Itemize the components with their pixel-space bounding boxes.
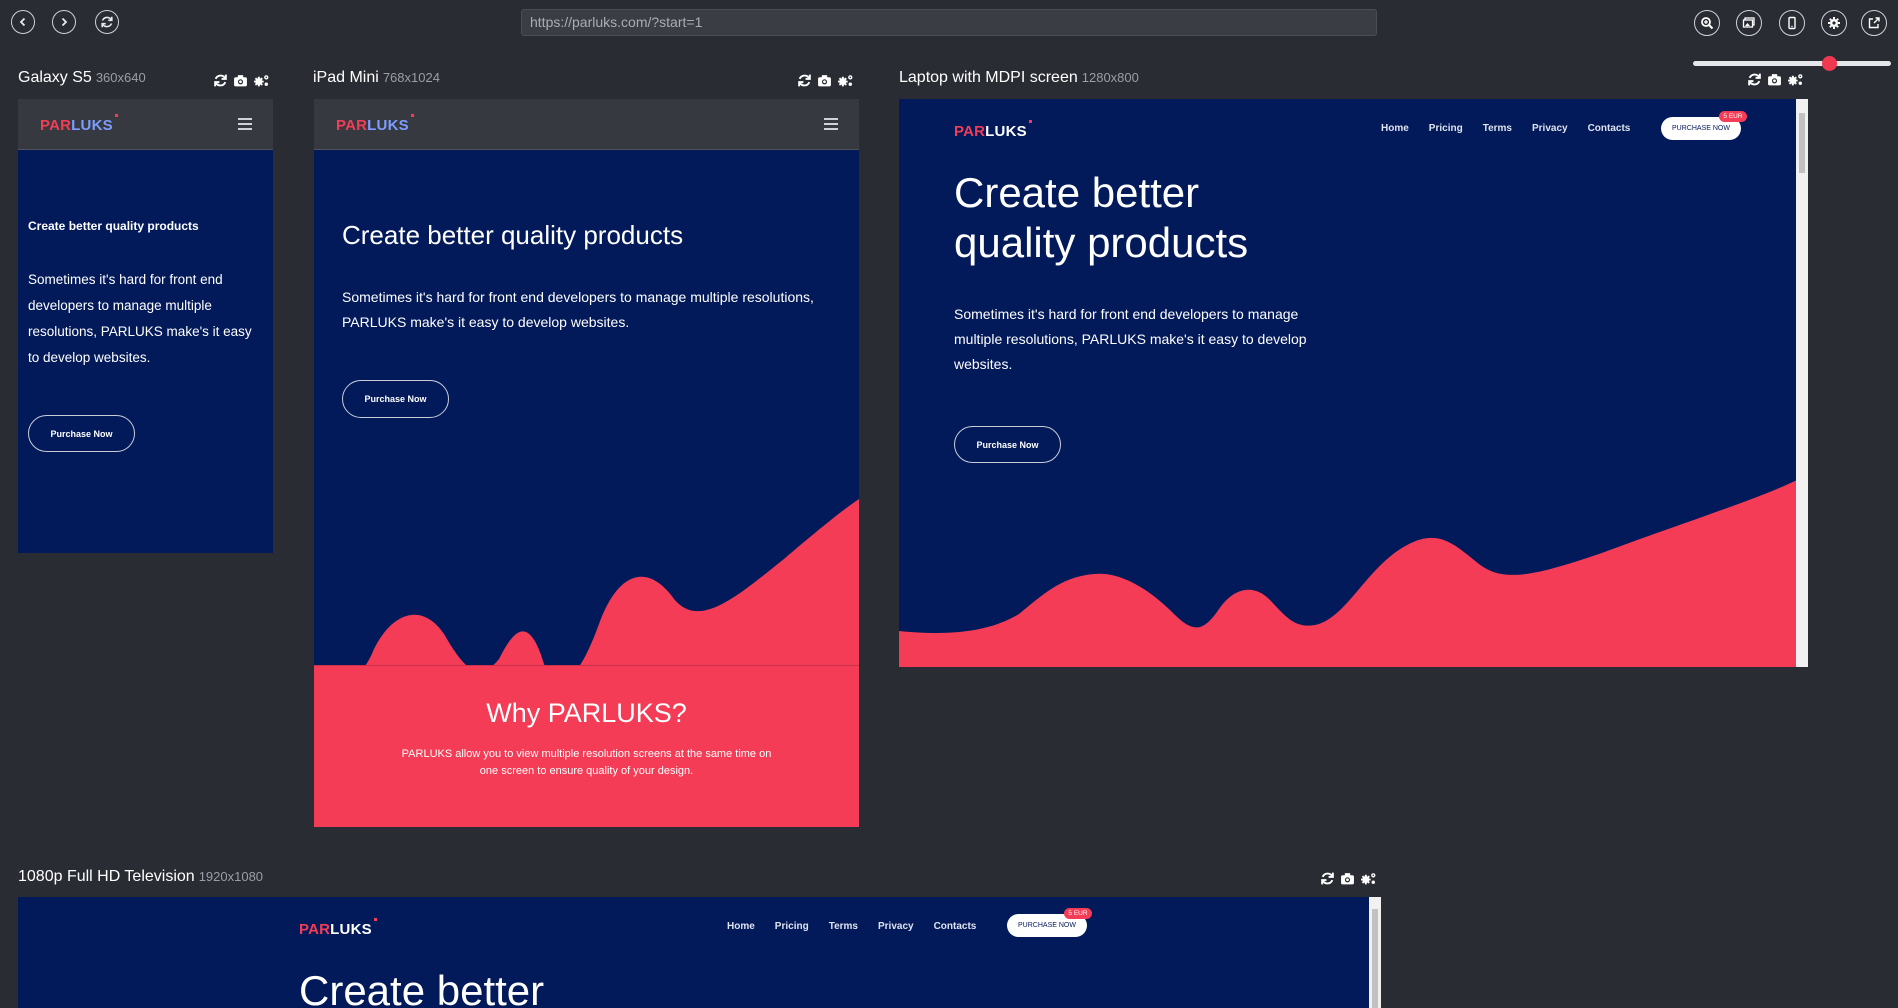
scrollbar-thumb[interactable] <box>1799 113 1805 173</box>
nav-contacts[interactable]: Contacts <box>1588 123 1631 134</box>
ipad-mini-viewport[interactable]: PARLUKS Create better quality products S… <box>314 99 859 827</box>
device-actions <box>1320 871 1377 886</box>
hero-title: Create better quality products <box>342 220 684 250</box>
scrollbar[interactable] <box>1369 897 1381 1008</box>
refresh-icon[interactable] <box>797 73 812 88</box>
site-logo[interactable]: PARLUKS <box>954 120 1032 140</box>
hamburger-menu-icon[interactable] <box>238 118 252 133</box>
laptop-viewport[interactable]: PARLUKS Home Pricing Terms Privacy Conta… <box>899 99 1808 667</box>
hero-text: Sometimes it's hard for front end develo… <box>28 272 252 365</box>
nav-home[interactable]: Home <box>1381 123 1409 134</box>
site-logo[interactable]: PARLUKS <box>299 918 377 938</box>
site-logo[interactable]: PARLUKS <box>336 114 414 134</box>
reload-button[interactable] <box>95 10 119 34</box>
why-section: Why PARLUKS? PARLUKS allow you to view m… <box>314 666 859 827</box>
device-title: Laptop with MDPI screen 1280x800 <box>899 69 1139 87</box>
device-title: 1080p Full HD Television 1920x1080 <box>18 868 263 886</box>
device-title: iPad Mini 768x1024 <box>313 69 440 87</box>
scrollbar[interactable] <box>1796 99 1808 667</box>
device-actions <box>797 73 854 88</box>
cogs-icon[interactable] <box>1787 72 1804 87</box>
hero-title-line-1: Create better <box>299 967 545 1008</box>
hero-title-line-1: Create better <box>954 169 1200 216</box>
camera-icon[interactable] <box>817 73 832 88</box>
cogs-icon[interactable] <box>253 73 270 88</box>
external-link-button[interactable] <box>1861 10 1887 36</box>
device-actions <box>1747 72 1804 87</box>
forward-button[interactable] <box>52 10 76 34</box>
section-title: Why PARLUKS? <box>486 698 687 728</box>
purchase-now-button[interactable]: Purchase Now <box>954 426 1061 463</box>
nav-pricing[interactable]: Pricing <box>775 921 809 932</box>
hero-text: Sometimes it's hard for front end develo… <box>342 289 814 330</box>
settings-button[interactable] <box>1821 10 1847 36</box>
refresh-icon[interactable] <box>1747 72 1762 87</box>
zoom-button[interactable] <box>1694 10 1720 36</box>
external-link-icon <box>1868 17 1880 29</box>
device-resolution: 1280x800 <box>1081 70 1139 85</box>
zoom-slider[interactable] <box>1693 61 1891 66</box>
refresh-icon[interactable] <box>213 73 228 88</box>
site-logo[interactable]: PARLUKS <box>40 114 118 134</box>
nav-privacy[interactable]: Privacy <box>878 921 914 932</box>
nav-privacy[interactable]: Privacy <box>1532 123 1568 134</box>
purchase-now-button[interactable]: Purchase Now <box>28 415 135 452</box>
tv-viewport[interactable]: PARLUKS Home Pricing Terms Privacy Conta… <box>18 897 1381 1008</box>
hero-title: Create better quality products <box>28 219 199 233</box>
zoom-icon <box>1701 17 1714 30</box>
device-name: Laptop with MDPI screen <box>899 69 1078 86</box>
device-name: iPad Mini <box>313 69 379 86</box>
scrollbar-thumb[interactable] <box>1372 909 1378 1008</box>
device-resolution: 1920x1080 <box>198 869 264 884</box>
nav-home[interactable]: Home <box>727 921 755 932</box>
site-header: PARLUKS <box>18 99 273 150</box>
nav-pricing[interactable]: Pricing <box>1429 123 1463 134</box>
device-icon <box>1788 16 1796 30</box>
device-name: Galaxy S5 <box>18 69 92 86</box>
settings-icon <box>1828 17 1840 29</box>
screenshots-button[interactable] <box>1736 10 1762 36</box>
galaxy-s5-viewport[interactable]: PARLUKS Create better quality products S… <box>18 99 273 553</box>
refresh-icon[interactable] <box>1320 871 1335 886</box>
nav-terms[interactable]: Terms <box>1483 123 1512 134</box>
site-header: PARLUKS <box>314 99 859 150</box>
camera-icon[interactable] <box>233 73 248 88</box>
hero-text: Sometimes it's hard for front end develo… <box>954 306 1307 372</box>
hamburger-menu-icon[interactable] <box>824 118 838 133</box>
site-nav: Home Pricing Terms Privacy Contacts <box>727 921 976 932</box>
wave-graphic <box>899 479 1799 667</box>
camera-icon[interactable] <box>1340 871 1355 886</box>
zoom-slider-thumb[interactable] <box>1822 56 1837 71</box>
screenshots-icon <box>1742 17 1755 28</box>
hero-title-line-2: quality products <box>954 219 1249 266</box>
device-button[interactable] <box>1779 10 1805 36</box>
device-title: Galaxy S5 360x640 <box>18 69 146 87</box>
camera-icon[interactable] <box>1767 72 1782 87</box>
chevron-left-icon <box>19 17 26 27</box>
refresh-icon <box>101 16 113 28</box>
back-button[interactable] <box>11 10 35 34</box>
cogs-icon[interactable] <box>837 73 854 88</box>
device-resolution: 360x640 <box>95 70 146 85</box>
cogs-icon[interactable] <box>1360 871 1377 886</box>
section-text: PARLUKS allow you to view multiple resol… <box>401 748 772 777</box>
device-resolution: 768x1024 <box>382 70 440 85</box>
chevron-right-icon <box>61 17 68 27</box>
device-actions <box>213 73 270 88</box>
nav-contacts[interactable]: Contacts <box>934 921 977 932</box>
price-badge: 5 EUR <box>1719 111 1747 122</box>
nav-terms[interactable]: Terms <box>829 921 858 932</box>
price-badge: 5 EUR <box>1064 908 1092 919</box>
site-nav: Home Pricing Terms Privacy Contacts <box>1381 123 1630 134</box>
url-input[interactable]: https://parluks.com/?start=1 <box>521 9 1377 36</box>
device-name: 1080p Full HD Television <box>18 868 195 885</box>
